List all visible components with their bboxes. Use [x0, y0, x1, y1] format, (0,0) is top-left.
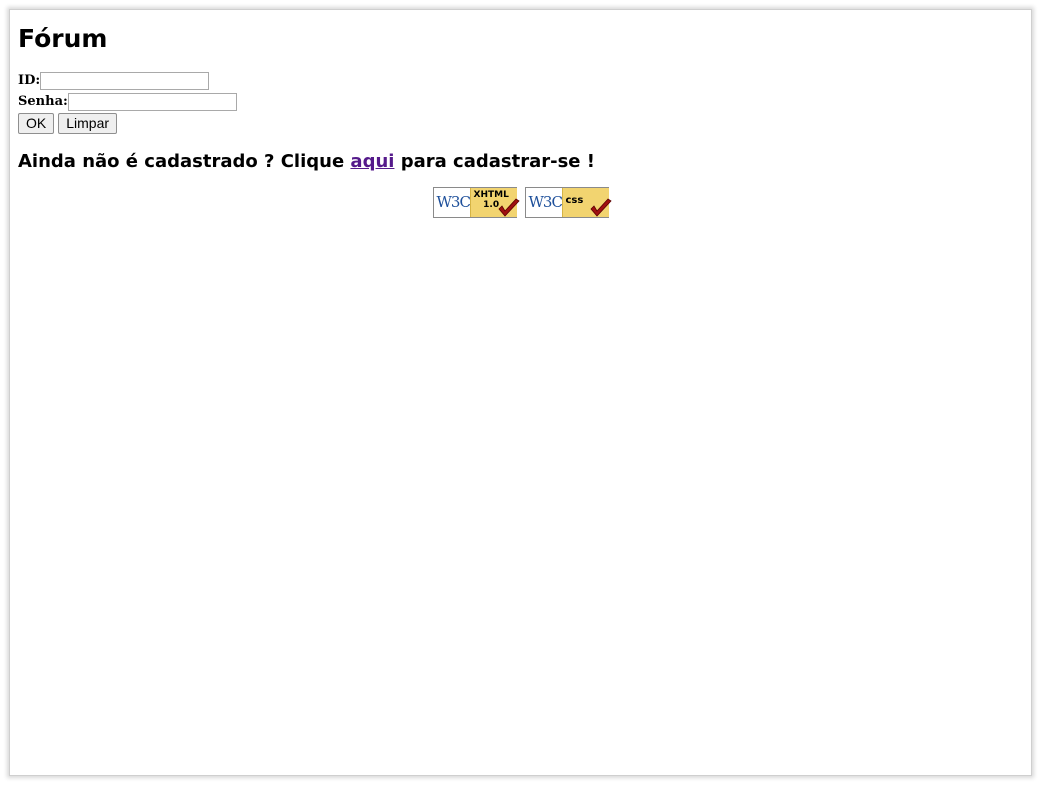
password-label: Senha:: [18, 94, 68, 109]
w3c-logo: W3C: [433, 188, 471, 217]
signup-link[interactable]: aqui: [350, 151, 394, 172]
ok-button[interactable]: OK: [18, 112, 55, 134]
id-label: ID:: [18, 73, 41, 88]
clear-button[interactable]: Limpar: [58, 112, 118, 134]
xhtml-valid-badge[interactable]: W3C XHTML 1.0: [432, 187, 520, 218]
validation-badges: W3C XHTML 1.0 W3C css: [18, 187, 1023, 218]
css-label: css: [565, 195, 584, 206]
password-row: Senha:: [18, 91, 1023, 112]
signup-suffix: para cadastrar-se !: [394, 151, 595, 172]
login-form: ID: Senha: OK Limpar: [18, 70, 1023, 134]
checkmark-icon: [497, 198, 520, 217]
w3c-mark: W3C: [528, 193, 563, 211]
w3c-mark: W3C: [436, 193, 471, 211]
page-title: Fórum: [18, 24, 108, 53]
w3c-logo: W3C: [525, 188, 563, 217]
page-content: Fórum ID: Senha: OK Limpar Ainda não é c…: [18, 22, 1023, 218]
signup-prefix: Ainda não é cadastrado ? Clique: [18, 151, 351, 172]
page-frame: Fórum ID: Senha: OK Limpar Ainda não é c…: [9, 9, 1032, 776]
password-input[interactable]: [67, 92, 237, 111]
css-valid-badge[interactable]: W3C css: [524, 187, 612, 218]
checkmark-icon: [589, 198, 612, 217]
form-buttons: OK Limpar: [18, 112, 1023, 134]
id-input[interactable]: [40, 71, 210, 90]
signup-prompt: Ainda não é cadastrado ? Clique aqui par…: [18, 151, 1023, 173]
id-row: ID:: [18, 70, 1023, 91]
